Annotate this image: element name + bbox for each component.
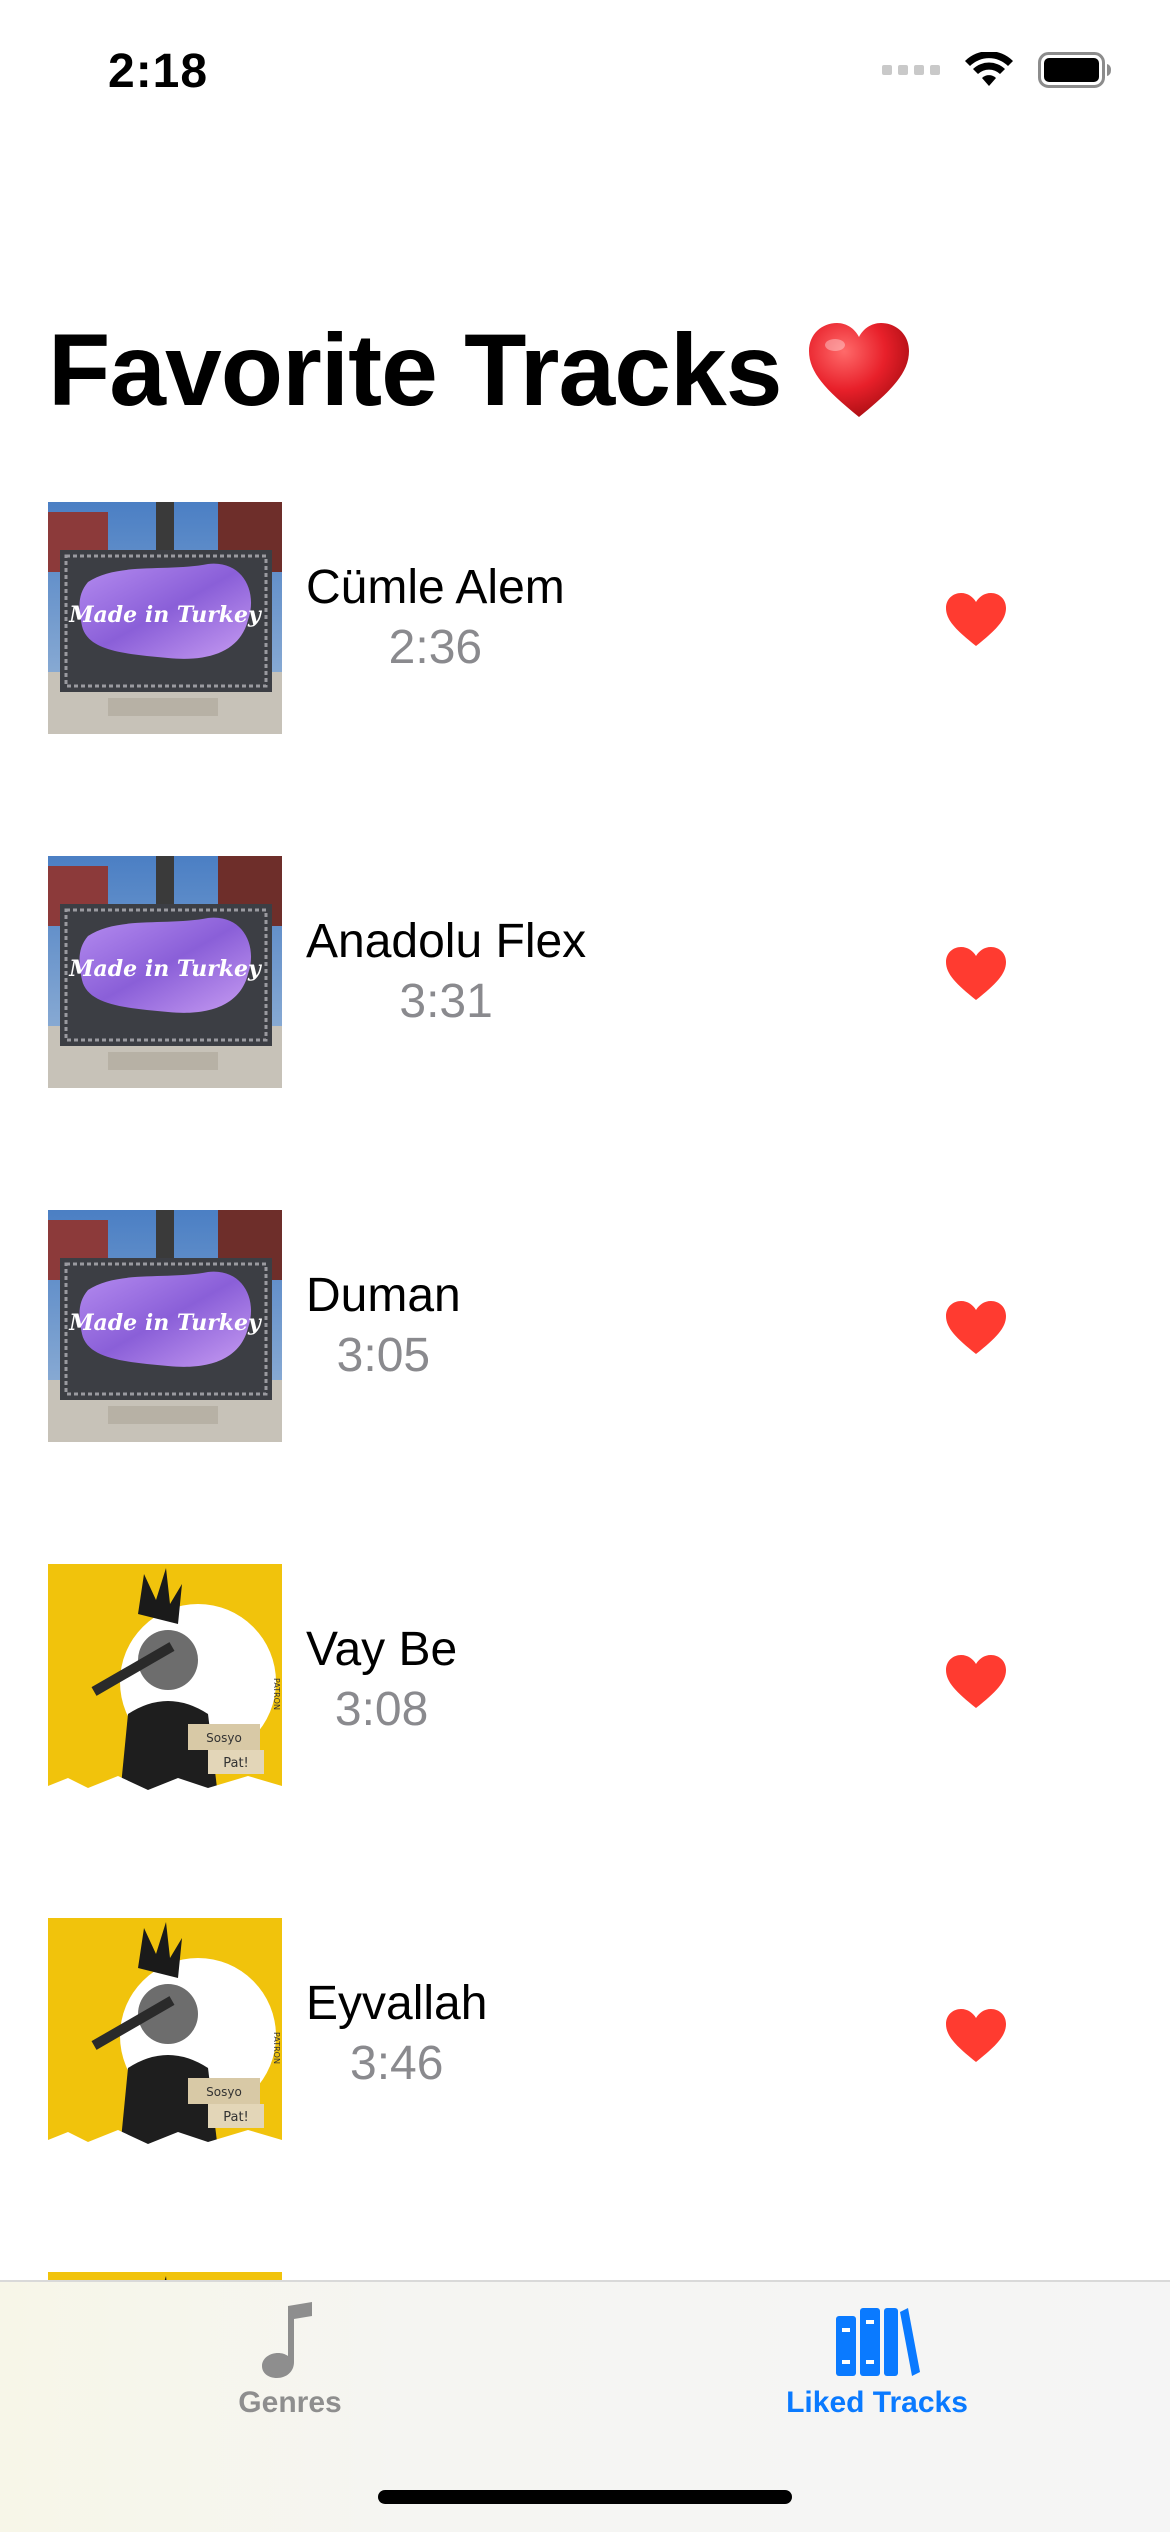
red-heart-emoji-icon [809,322,910,417]
track-title: Cümle Alem [306,561,565,614]
track-title: Vay Be [306,1623,458,1676]
track-duration: 2:36 [388,621,483,674]
album-cover-made-in-turkey-icon [48,1210,282,1442]
home-indicator[interactable] [378,2490,792,2504]
status-icons [882,52,1112,88]
album-cover-patron-icon [48,1564,282,1796]
track-duration: 3:05 [336,1329,431,1382]
favorite-tracks-screen: 2:18 Favorite Tracks Cümle Alem 2:36 Ana… [0,0,1170,2532]
track-title: Duman [306,1269,461,1322]
track-title: Eyvallah [306,1977,488,2030]
track-info: Cümle Alem 2:36 [306,558,565,678]
track-duration: 3:46 [350,2037,444,2090]
library-books-icon [836,2308,920,2376]
battery-icon [1038,52,1111,88]
cellular-signal-icon [882,65,940,75]
tab-genres[interactable]: Genres [140,2302,440,2442]
page-title: Favorite Tracks [48,312,911,429]
page-title-text: Favorite Tracks [48,313,782,427]
tab-liked-tracks[interactable]: Liked Tracks [727,2302,1027,2442]
tab-genres-label: Genres [238,2386,342,2419]
track-info: Duman 3:05 [306,1266,461,1386]
track-duration: 3:08 [334,1683,429,1736]
track-info: Vay Be 3:08 [306,1620,457,1740]
status-bar: 2:18 [0,0,1170,150]
track-row[interactable]: Anadolu Flex 3:31 [0,854,1170,1088]
track-row[interactable]: Duman 3:05 [0,1208,1170,1442]
status-time: 2:18 [108,45,209,98]
track-info: Anadolu Flex 3:31 [306,912,586,1032]
heart-filled-icon[interactable] [944,592,1008,648]
tab-liked-tracks-label: Liked Tracks [786,2386,968,2419]
album-cover-made-in-turkey-icon [48,502,282,734]
music-note-icon [262,2302,312,2378]
heart-filled-icon[interactable] [944,1654,1008,1710]
heart-filled-icon[interactable] [944,1300,1008,1356]
track-row[interactable]: Eyvallah 3:46 [0,1916,1170,2150]
album-cover-patron-icon [48,1918,282,2150]
track-info: Eyvallah 3:46 [306,1974,487,2094]
track-row[interactable]: Cümle Alem 2:36 [0,500,1170,734]
track-row[interactable]: Vay Be 3:08 [0,1562,1170,1796]
album-cover-made-in-turkey-icon [48,856,282,1088]
track-duration: 3:31 [399,975,493,1028]
heart-filled-icon[interactable] [944,2008,1008,2064]
track-title: Anadolu Flex [306,915,587,968]
wifi-icon [965,52,1013,86]
heart-filled-icon[interactable] [944,946,1008,1002]
